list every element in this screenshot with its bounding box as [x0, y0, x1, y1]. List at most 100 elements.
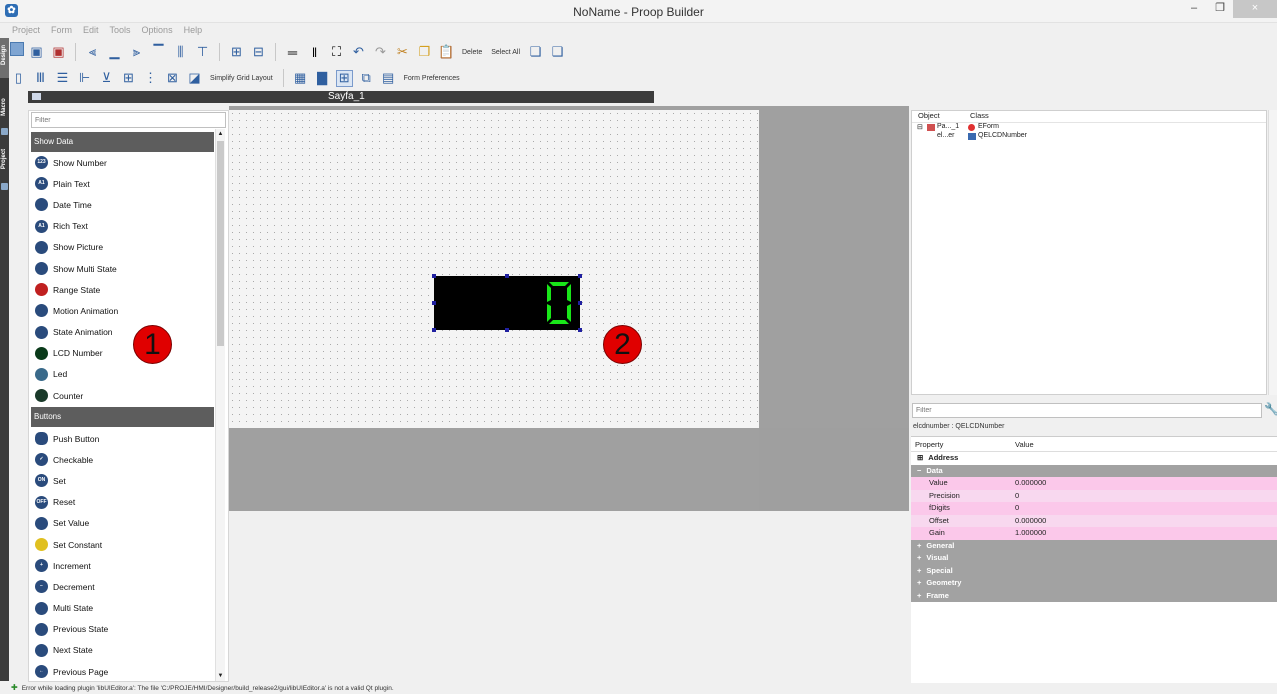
menu-help[interactable]: Help — [184, 23, 203, 38]
align-right-icon[interactable]: ⫷ — [84, 44, 101, 61]
widget-show-multi-state[interactable]: Show Multi State — [31, 258, 214, 279]
design-form[interactable] — [229, 110, 759, 428]
expand-icon[interactable]: + — [917, 590, 921, 603]
tab-project[interactable]: Project — [0, 142, 9, 178]
group-frame[interactable]: + Frame — [911, 589, 1277, 603]
widget-checkable[interactable]: ✓ Checkable — [31, 449, 214, 470]
new-form-icon[interactable] — [10, 42, 24, 56]
widget-set-value[interactable]: Set Value — [31, 513, 214, 534]
widget-decrement[interactable]: − Decrement — [31, 576, 214, 597]
same-width-icon[interactable]: ‖ — [306, 44, 323, 61]
group-special[interactable]: + Special — [911, 564, 1277, 578]
widget-counter[interactable]: Counter — [31, 385, 214, 406]
select-all-button[interactable]: Select All — [489, 49, 522, 56]
menu-edit[interactable]: Edit — [83, 23, 99, 38]
widget-range-state[interactable]: Range State — [31, 279, 214, 300]
resize-handle[interactable] — [432, 301, 436, 305]
align-top-icon[interactable]: ▔ — [150, 44, 167, 61]
widget-show-number[interactable]: 123 Show Number — [31, 152, 214, 173]
widget-previous-state[interactable]: Previous State — [31, 619, 214, 640]
menu-tools[interactable]: Tools — [110, 23, 131, 38]
collapse-icon[interactable]: ⊟ — [917, 123, 923, 131]
column-property[interactable]: Property — [911, 437, 1011, 451]
break-layout-icon[interactable]: ⊠ — [164, 70, 181, 87]
widget-next-state[interactable]: Next State — [31, 640, 214, 661]
same-size-icon[interactable]: ⛶ — [328, 44, 345, 61]
same-height-icon[interactable]: ═ — [284, 44, 301, 61]
group-general[interactable]: + General — [911, 539, 1277, 553]
center-vertical-icon[interactable]: ⊤ — [194, 44, 211, 61]
close-button[interactable]: × — [1233, 0, 1277, 18]
resize-handle[interactable] — [505, 328, 509, 332]
widget-led[interactable]: Led — [31, 364, 214, 385]
column-class[interactable]: Class — [964, 111, 989, 122]
property-row-precision[interactable]: Precision 0 — [911, 489, 1277, 502]
expand-icon[interactable]: + — [917, 577, 921, 590]
layout-horizontal-icon[interactable]: Ⅲ — [32, 70, 49, 87]
widget-date-time[interactable]: Date Time — [31, 194, 214, 215]
align-left-icon[interactable]: ⫸ — [128, 44, 145, 61]
form-settings-icon[interactable]: ▦ — [292, 70, 309, 87]
expand-icon[interactable]: + — [917, 565, 921, 578]
restore-button[interactable]: ❐ — [1207, 0, 1233, 18]
column-value[interactable]: Value — [1011, 437, 1034, 451]
widget-box-scrollbar[interactable]: ▲ ▼ — [215, 129, 225, 681]
simplify-grid-button[interactable]: Simplify Grid Layout — [208, 75, 275, 82]
resize-handle[interactable] — [505, 274, 509, 278]
tab-order-icon[interactable]: ⧉ — [358, 70, 375, 87]
grid-toggle-icon[interactable]: ⊞ — [335, 69, 353, 87]
layout-h-splitter-icon[interactable]: ⊩ — [76, 70, 93, 87]
widget-state-animation[interactable]: State Animation — [31, 322, 214, 343]
menu-project[interactable]: Project — [12, 23, 40, 38]
distribute-h-icon[interactable]: ⊞ — [228, 44, 245, 61]
category-show-data[interactable]: Show Data — [31, 132, 214, 152]
resize-handle[interactable] — [578, 328, 582, 332]
align-bottom-icon[interactable]: ▁ — [106, 44, 123, 61]
expand-icon[interactable]: + — [917, 540, 921, 553]
resize-handle[interactable] — [578, 274, 582, 278]
add-form-icon[interactable]: ▣ — [28, 44, 45, 61]
widget-multi-state[interactable]: Multi State — [31, 598, 214, 619]
column-object[interactable]: Object — [912, 111, 964, 122]
redo-icon[interactable]: ↷ — [372, 44, 389, 61]
object-inspector-scrollbar[interactable] — [1268, 110, 1277, 395]
tab-sayfa-1[interactable]: Sayfa_1 — [328, 91, 365, 103]
widget-show-picture[interactable]: Show Picture — [31, 237, 214, 258]
tree-row-lcd[interactable]: el...er QELCDNumber — [912, 132, 1266, 141]
category-buttons[interactable]: Buttons — [31, 407, 214, 427]
paste-icon[interactable]: 📋 — [438, 44, 455, 61]
scroll-thumb[interactable] — [217, 141, 224, 346]
layout-v-splitter-icon[interactable]: ⊻ — [98, 70, 115, 87]
layout-vertical-icon[interactable]: ☰ — [54, 70, 71, 87]
bring-front-icon[interactable]: ❏ — [527, 44, 544, 61]
send-back-icon[interactable]: ❑ — [549, 44, 566, 61]
adjust-size-icon[interactable]: ◪ — [186, 70, 203, 87]
undo-icon[interactable]: ↶ — [350, 44, 367, 61]
resize-handle[interactable] — [578, 301, 582, 305]
widget-plain-text[interactable]: A1 Plain Text — [31, 173, 214, 194]
minimize-button[interactable]: – — [1181, 0, 1207, 18]
copy-icon[interactable]: ❐ — [416, 44, 433, 61]
resize-handle[interactable] — [432, 274, 436, 278]
scroll-down-arrow-icon[interactable]: ▼ — [216, 671, 225, 681]
collapse-icon[interactable]: − — [917, 465, 921, 478]
scroll-up-arrow-icon[interactable]: ▲ — [216, 129, 225, 139]
property-filter-input[interactable] — [912, 403, 1262, 418]
widget-previous-page[interactable]: ← Previous Page — [31, 661, 214, 681]
widget-push-button[interactable]: Push Button — [31, 428, 214, 449]
expand-icon[interactable]: + — [917, 552, 921, 565]
property-row-value[interactable]: Value 0.000000 — [911, 477, 1277, 490]
group-geometry[interactable]: + Geometry — [911, 577, 1277, 590]
menu-form[interactable]: Form — [51, 23, 72, 38]
lcd-number-widget[interactable] — [434, 276, 580, 330]
widget-set-constant[interactable]: Set Constant — [31, 534, 214, 555]
tab-macro[interactable]: Macro — [0, 90, 9, 126]
group-address[interactable]: ⊞ Address — [911, 452, 1277, 465]
widget-filter-input[interactable] — [31, 112, 226, 128]
expand-icon[interactable]: ⊞ — [917, 452, 923, 465]
group-visual[interactable]: + Visual — [911, 552, 1277, 565]
tab-design[interactable]: Design — [0, 38, 9, 78]
distribute-v-icon[interactable]: ⊟ — [250, 44, 267, 61]
layout-form-icon[interactable]: ⋮ — [142, 70, 159, 87]
property-row-offset[interactable]: Offset 0.000000 — [911, 514, 1277, 527]
